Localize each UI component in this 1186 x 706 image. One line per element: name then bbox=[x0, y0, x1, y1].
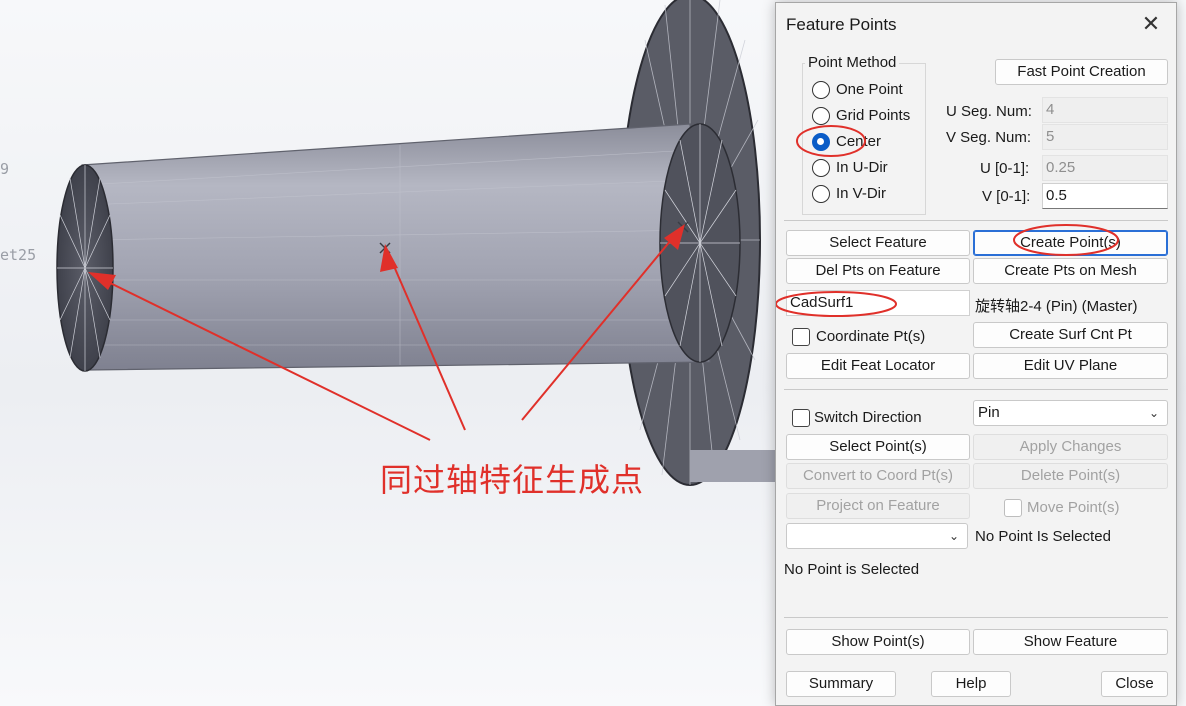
switch-direction-label[interactable]: Switch Direction bbox=[814, 409, 922, 426]
feature-name-field[interactable]: CadSurf1 bbox=[786, 290, 970, 316]
feature-points-dialog: Feature Points ✕ Point Method One Point … bbox=[775, 2, 1177, 706]
chevron-down-icon: ⌄ bbox=[1148, 406, 1159, 420]
del-pts-on-feature-button[interactable]: Del Pts on Feature bbox=[786, 258, 970, 284]
create-pts-on-mesh-button[interactable]: Create Pts on Mesh bbox=[973, 258, 1168, 284]
select-feature-button[interactable]: Select Feature bbox=[786, 230, 970, 256]
select-points-button[interactable]: Select Point(s) bbox=[786, 434, 970, 460]
move-points-label[interactable]: Move Point(s) bbox=[1027, 499, 1120, 516]
feature-info-label: 旋转轴2-4 (Pin) (Master) bbox=[975, 298, 1138, 315]
close-icon[interactable]: ✕ bbox=[1134, 9, 1168, 39]
separator bbox=[784, 617, 1168, 618]
background-fragment-1: 9 bbox=[0, 160, 10, 178]
u-param-field[interactable]: 0.25 bbox=[1042, 155, 1168, 181]
chevron-down-icon: ⌄ bbox=[948, 529, 959, 543]
dialog-title: Feature Points bbox=[786, 15, 897, 34]
show-points-button[interactable]: Show Point(s) bbox=[786, 629, 970, 655]
status-text: No Point is Selected bbox=[784, 561, 920, 578]
create-points-button[interactable]: Create Point(s) bbox=[973, 230, 1168, 256]
separator bbox=[784, 389, 1168, 390]
help-button[interactable]: Help bbox=[931, 671, 1011, 697]
coordinate-pts-label[interactable]: Coordinate Pt(s) bbox=[816, 328, 925, 345]
radio-in-u-dir-label[interactable]: In U-Dir bbox=[836, 159, 888, 176]
radio-in-v-dir[interactable] bbox=[812, 185, 830, 203]
radio-grid-points[interactable] bbox=[812, 107, 830, 125]
separator bbox=[784, 220, 1168, 221]
radio-one-point-label[interactable]: One Point bbox=[836, 81, 903, 98]
close-button[interactable]: Close bbox=[1101, 671, 1168, 697]
v-seg-field[interactable]: 5 bbox=[1042, 124, 1168, 150]
point-dropdown[interactable]: ⌄ bbox=[786, 523, 968, 549]
radio-center[interactable] bbox=[812, 133, 830, 151]
coordinate-pts-checkbox[interactable] bbox=[792, 328, 810, 346]
show-feature-button[interactable]: Show Feature bbox=[973, 629, 1168, 655]
shaft-model bbox=[56, 0, 780, 486]
summary-button[interactable]: Summary bbox=[786, 671, 896, 697]
delete-points-button[interactable]: Delete Point(s) bbox=[973, 463, 1168, 489]
u-param-label: U [0-1]: bbox=[980, 160, 1030, 177]
no-point-selected-label: No Point Is Selected bbox=[975, 528, 1111, 545]
convert-to-coord-button[interactable]: Convert to Coord Pt(s) bbox=[786, 463, 970, 489]
type-dropdown-value: Pin bbox=[978, 404, 1000, 421]
project-on-feature-button[interactable]: Project on Feature bbox=[786, 493, 970, 519]
edit-uv-plane-button[interactable]: Edit UV Plane bbox=[973, 353, 1168, 379]
move-points-checkbox[interactable] bbox=[1004, 499, 1022, 517]
v-param-field[interactable]: 0.5 bbox=[1042, 183, 1168, 209]
apply-changes-button[interactable]: Apply Changes bbox=[973, 434, 1168, 460]
annotation-caption: 同过轴特征生成点 bbox=[380, 461, 645, 499]
type-dropdown[interactable]: Pin ⌄ bbox=[973, 400, 1168, 426]
shaft-body bbox=[81, 123, 711, 371]
u-seg-field[interactable]: 4 bbox=[1042, 97, 1168, 123]
point-method-title: Point Method bbox=[805, 54, 900, 71]
switch-direction-checkbox[interactable] bbox=[792, 409, 810, 427]
radio-one-point[interactable] bbox=[812, 81, 830, 99]
u-seg-label: U Seg. Num: bbox=[946, 103, 1032, 120]
radio-in-v-dir-label[interactable]: In V-Dir bbox=[836, 185, 886, 202]
create-surf-cnt-pt-button[interactable]: Create Surf Cnt Pt bbox=[973, 322, 1168, 348]
background-fragment-2: et25 bbox=[0, 246, 37, 264]
radio-grid-points-label[interactable]: Grid Points bbox=[836, 107, 910, 124]
v-seg-label: V Seg. Num: bbox=[946, 129, 1032, 146]
radio-in-u-dir[interactable] bbox=[812, 159, 830, 177]
radio-center-label[interactable]: Center bbox=[836, 133, 881, 150]
v-param-label: V [0-1]: bbox=[982, 188, 1031, 205]
edit-feat-locator-button[interactable]: Edit Feat Locator bbox=[786, 353, 970, 379]
fast-point-creation-button[interactable]: Fast Point Creation bbox=[995, 59, 1168, 85]
